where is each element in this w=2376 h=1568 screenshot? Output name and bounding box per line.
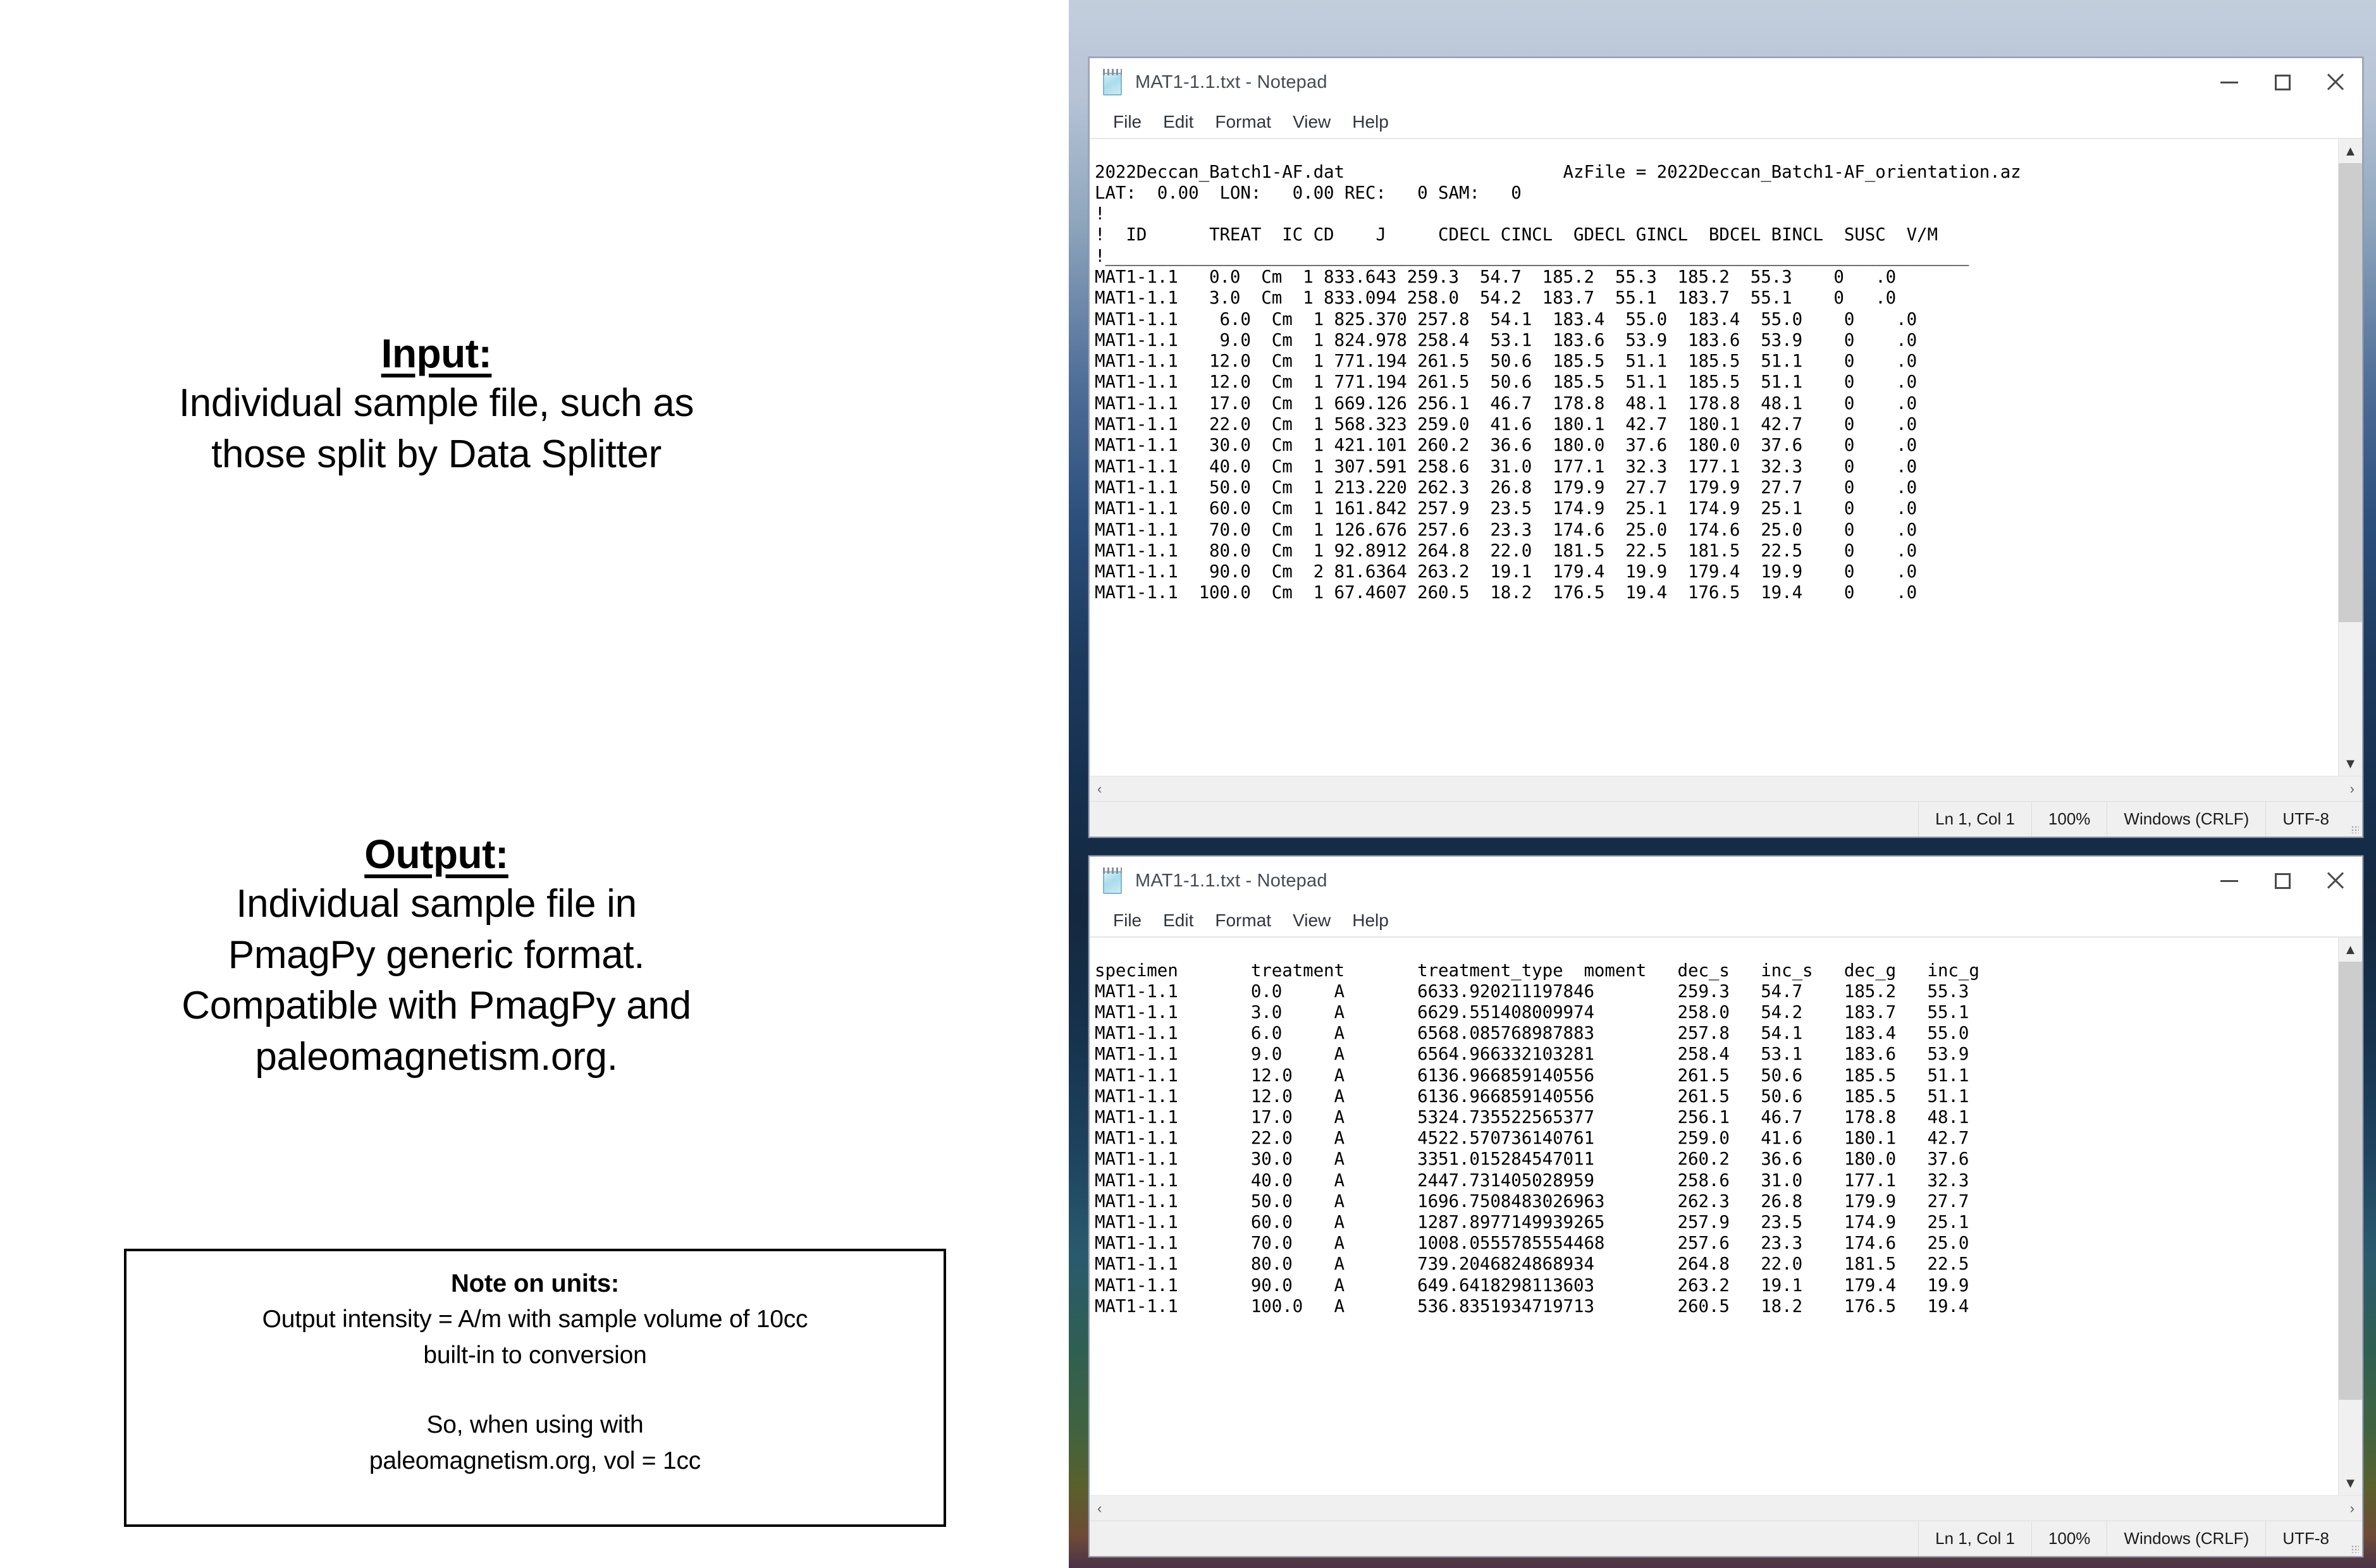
vertical-scroll-thumb[interactable] [2339, 962, 2362, 1400]
scroll-down-icon[interactable]: ▼ [2339, 1471, 2362, 1495]
status-zoom-level: 100% [2031, 1521, 2107, 1556]
window-title: MAT1-1.1.txt - Notepad [1135, 870, 1327, 891]
note-line-1: Output intensity = A/m with sample volum… [262, 1306, 808, 1333]
status-cursor-position: Ln 1, Col 1 [1918, 1521, 2031, 1556]
menu-item-format[interactable]: Format [1204, 910, 1282, 931]
menu-item-format[interactable]: Format [1204, 112, 1282, 132]
output-line-4: paleomagnetism.org. [255, 1034, 618, 1079]
file-content[interactable]: specimen treatment treatment_type moment… [1095, 960, 2338, 1317]
scroll-left-icon[interactable]: ‹ [1097, 781, 1102, 797]
vertical-scroll-thumb[interactable] [2339, 163, 2362, 623]
input-line-2: those split by Data Splitter [211, 432, 662, 476]
input-description-block: Input: Individual sample file, such as t… [19, 329, 854, 480]
input-heading: Input: [381, 331, 492, 376]
horizontal-scrollbar[interactable]: ‹ › [1090, 1495, 2362, 1521]
note-on-units-box: Note on units: Output intensity = A/m wi… [124, 1249, 946, 1527]
editor-area[interactable]: specimen treatment treatment_type moment… [1090, 938, 2362, 1495]
close-button[interactable] [2309, 857, 2362, 905]
menu-item-view[interactable]: View [1282, 910, 1341, 931]
scroll-right-icon[interactable]: › [2350, 1500, 2354, 1517]
vertical-scroll-track[interactable] [2339, 962, 2362, 1471]
input-line-1: Individual sample file, such as [178, 381, 694, 426]
scroll-down-icon[interactable]: ▼ [2339, 752, 2362, 776]
statusbar: Ln 1, Col 1 100% Windows (CRLF) UTF-8 [1090, 1521, 2362, 1556]
maximize-button[interactable] [2256, 857, 2309, 905]
statusbar: Ln 1, Col 1 100% Windows (CRLF) UTF-8 [1090, 801, 2362, 836]
output-line-1: Individual sample file in [236, 882, 637, 926]
window-controls[interactable] [2203, 58, 2362, 106]
statusbar-spacer [1090, 1521, 1918, 1556]
explanatory-text-panel: Input: Individual sample file, such as t… [0, 0, 1069, 1568]
note-line-3: So, when using with [426, 1411, 644, 1439]
window-controls[interactable] [2203, 857, 2362, 905]
titlebar[interactable]: MAT1-1.1.txt - Notepad [1090, 58, 2362, 106]
menubar[interactable]: File Edit Format View Help [1090, 106, 2362, 139]
menu-item-edit[interactable]: Edit [1152, 112, 1204, 132]
status-encoding: UTF-8 [2265, 802, 2346, 836]
status-zoom-level: 100% [2031, 802, 2107, 836]
notepad-icon [1101, 69, 1124, 95]
note-line-2: built-in to conversion [423, 1341, 647, 1369]
horizontal-scrollbar[interactable]: ‹ › [1090, 776, 2362, 801]
close-button[interactable] [2309, 58, 2362, 106]
editor-area[interactable]: 2022Deccan_Batch1-AF.dat AzFile = 2022De… [1090, 139, 2362, 776]
notepad-window-output[interactable]: MAT1-1.1.txt - Notepad File Edit Format … [1088, 855, 2363, 1557]
text-editor[interactable]: 2022Deccan_Batch1-AF.dat AzFile = 2022De… [1090, 139, 2338, 776]
notepad-icon [1101, 867, 1124, 894]
status-cursor-position: Ln 1, Col 1 [1918, 802, 2031, 836]
output-description-block: Output: Individual sample file in PmagPy… [19, 830, 854, 1082]
resize-grip-icon[interactable] [2346, 1521, 2362, 1556]
menu-item-view[interactable]: View [1282, 112, 1341, 132]
status-line-ending: Windows (CRLF) [2107, 802, 2265, 836]
status-encoding: UTF-8 [2265, 1521, 2346, 1556]
scroll-right-icon[interactable]: › [2350, 781, 2354, 797]
file-content[interactable]: 2022Deccan_Batch1-AF.dat AzFile = 2022De… [1095, 162, 2338, 604]
note-spacer [145, 1373, 925, 1407]
maximize-button[interactable] [2256, 58, 2309, 106]
window-title: MAT1-1.1.txt - Notepad [1135, 71, 1327, 92]
vertical-scroll-track[interactable] [2339, 163, 2362, 752]
minimize-button[interactable] [2203, 857, 2256, 905]
vertical-scrollbar[interactable]: ▲ ▼ [2338, 139, 2362, 776]
output-line-2: PmagPy generic format. [228, 933, 645, 977]
menubar[interactable]: File Edit Format View Help [1090, 905, 2362, 938]
menu-item-file[interactable]: File [1102, 910, 1152, 931]
note-line-4: paleomagnetism.org, vol = 1cc [369, 1447, 701, 1474]
titlebar[interactable]: MAT1-1.1.txt - Notepad [1090, 857, 2362, 905]
scroll-up-icon[interactable]: ▲ [2339, 938, 2362, 962]
minimize-button[interactable] [2203, 58, 2256, 106]
menu-item-file[interactable]: File [1102, 112, 1152, 132]
menu-item-help[interactable]: Help [1341, 910, 1400, 931]
menu-item-edit[interactable]: Edit [1152, 910, 1204, 931]
note-title: Note on units: [450, 1270, 620, 1297]
menu-item-help[interactable]: Help [1341, 112, 1400, 132]
output-heading: Output: [364, 831, 508, 877]
notepad-window-input[interactable]: MAT1-1.1.txt - Notepad File Edit Format … [1088, 57, 2363, 838]
scroll-up-icon[interactable]: ▲ [2339, 139, 2362, 163]
vertical-scrollbar[interactable]: ▲ ▼ [2338, 938, 2362, 1495]
text-editor[interactable]: specimen treatment treatment_type moment… [1090, 938, 2338, 1495]
scroll-left-icon[interactable]: ‹ [1097, 1500, 1102, 1517]
output-line-3: Compatible with PmagPy and [182, 984, 691, 1028]
status-line-ending: Windows (CRLF) [2107, 1521, 2265, 1556]
resize-grip-icon[interactable] [2346, 802, 2362, 836]
statusbar-spacer [1090, 802, 1918, 836]
